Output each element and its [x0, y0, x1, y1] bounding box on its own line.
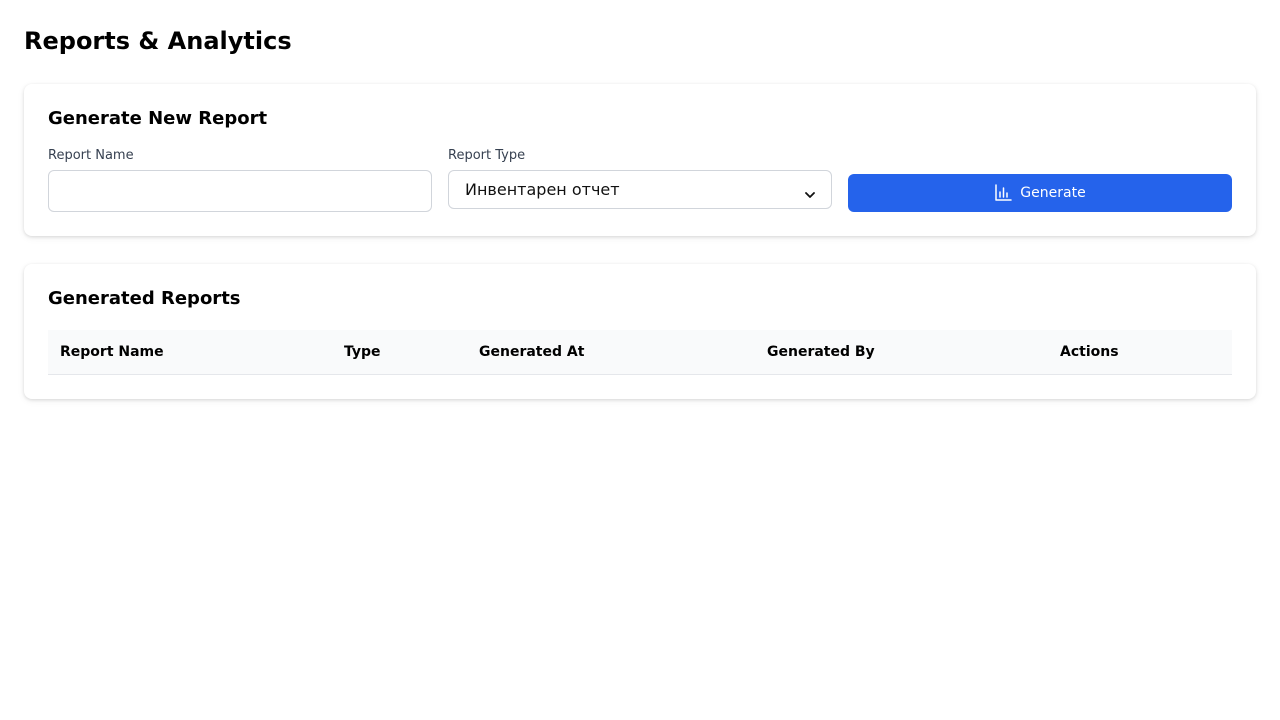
- generate-report-card: Generate New Report Report Name Report T…: [24, 84, 1256, 236]
- column-header-type: Type: [332, 330, 467, 375]
- table-header-row: Report Name Type Generated At Generated …: [48, 330, 1232, 375]
- report-type-select[interactable]: Инвентарен отчет: [448, 170, 832, 209]
- generate-form: Report Name Report Type Инвентарен отчет: [48, 148, 1232, 212]
- report-name-group: Report Name: [48, 148, 432, 212]
- generate-button[interactable]: Generate: [848, 174, 1232, 212]
- generate-button-label: Generate: [1020, 185, 1086, 201]
- column-header-report-name: Report Name: [48, 330, 332, 375]
- report-name-label: Report Name: [48, 148, 134, 163]
- generated-reports-title: Generated Reports: [48, 288, 241, 309]
- bar-chart-icon: [994, 184, 1013, 202]
- reports-table: Report Name Type Generated At Generated …: [48, 330, 1232, 375]
- report-type-selected-value: Инвентарен отчет: [465, 180, 620, 199]
- column-header-generated-at: Generated At: [467, 330, 755, 375]
- column-header-generated-by: Generated By: [755, 330, 1048, 375]
- column-header-actions: Actions: [1048, 330, 1232, 375]
- report-name-input[interactable]: [48, 170, 432, 212]
- report-type-group: Report Type Инвентарен отчет: [448, 148, 832, 212]
- report-type-label: Report Type: [448, 148, 526, 163]
- reports-page: Reports & Analytics Generate New Report …: [0, 0, 1280, 423]
- generated-reports-card: Generated Reports Report Name Type Gener…: [24, 264, 1256, 399]
- generate-report-title: Generate New Report: [48, 108, 268, 129]
- page-title: Reports & Analytics: [24, 27, 292, 55]
- chevron-down-icon: [805, 185, 815, 198]
